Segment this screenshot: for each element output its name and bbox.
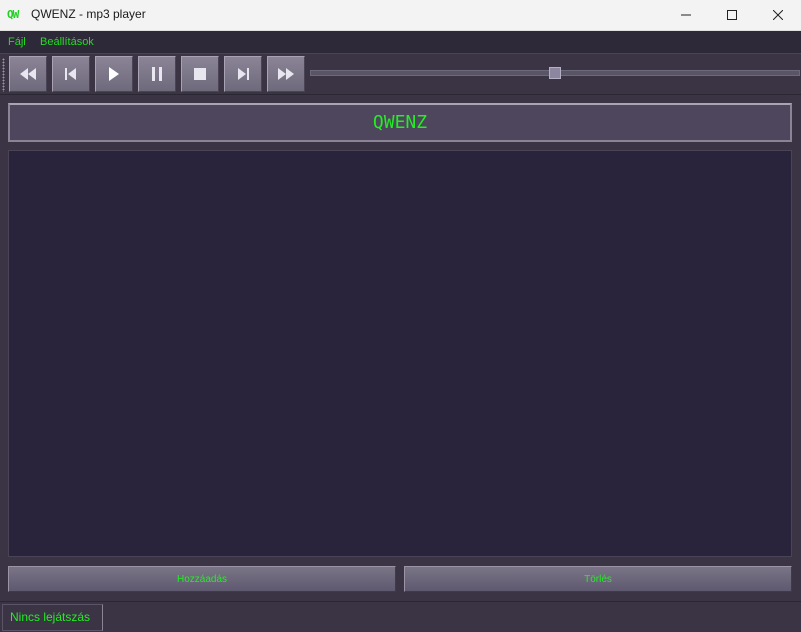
position-slider-thumb[interactable] [549, 67, 561, 79]
play-icon [109, 67, 119, 81]
add-button-label: Hozzáadás [176, 573, 228, 585]
close-icon [773, 10, 783, 20]
stop-button[interactable] [181, 56, 219, 92]
add-button[interactable]: Hozzáadás [8, 566, 396, 592]
menu-settings[interactable]: Beállítások [40, 36, 94, 48]
banner-title: QWENZ [372, 112, 428, 133]
status-bar: Nincs lejátszás [0, 601, 801, 632]
fast-forward-icon [278, 68, 294, 80]
menu-file[interactable]: Fájl [8, 36, 26, 48]
window-title: QWENZ - mp3 player [31, 7, 146, 21]
title-bar: QW QWENZ - mp3 player [0, 0, 801, 31]
play-button[interactable] [95, 56, 133, 92]
now-playing-banner: QWENZ [8, 103, 792, 142]
maximize-icon [727, 10, 737, 20]
minimize-button[interactable] [663, 0, 709, 30]
close-button[interactable] [755, 0, 801, 30]
menu-bar: Fájl Beállítások [0, 31, 801, 53]
rewind-button[interactable] [9, 56, 47, 92]
pause-icon [152, 67, 162, 81]
maximize-button[interactable] [709, 0, 755, 30]
minimize-icon [681, 14, 691, 16]
app-logo-icon: QW [7, 8, 19, 21]
delete-button[interactable]: Törlés [404, 566, 792, 592]
skip-next-icon [238, 68, 249, 80]
skip-previous-icon [65, 68, 76, 80]
rewind-icon [20, 68, 36, 80]
pause-button[interactable] [138, 56, 176, 92]
status-text: Nincs lejátszás [2, 604, 103, 631]
transport-toolbar [0, 53, 801, 95]
previous-button[interactable] [52, 56, 90, 92]
toolbar-grip-handle[interactable] [2, 58, 5, 92]
next-button[interactable] [224, 56, 262, 92]
stop-icon [194, 68, 206, 80]
fast-forward-button[interactable] [267, 56, 305, 92]
delete-button-label: Törlés [584, 573, 612, 585]
playlist-list[interactable] [8, 150, 792, 557]
